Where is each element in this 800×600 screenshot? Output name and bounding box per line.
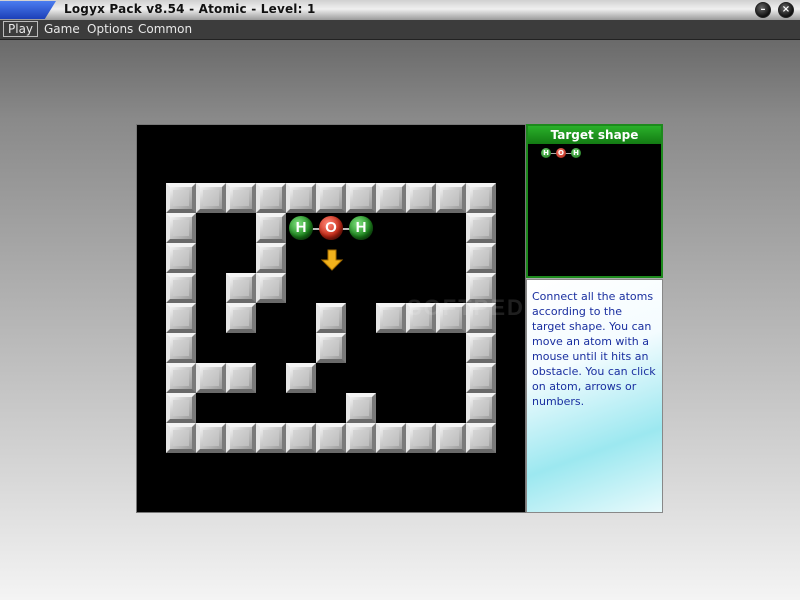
wall-block: [466, 243, 496, 273]
wall-block: [376, 423, 406, 453]
wall-block: [316, 183, 346, 213]
target-shape-panel: Target shape H O H: [526, 124, 663, 278]
wall-block: [166, 363, 196, 393]
wall-block: [166, 393, 196, 423]
wall-block: [166, 333, 196, 363]
wall-block: [196, 183, 226, 213]
wall-block: [316, 423, 346, 453]
wall-block: [466, 393, 496, 423]
wall-block: [166, 243, 196, 273]
wall-block: [466, 423, 496, 453]
minimize-button[interactable]: –: [755, 2, 771, 18]
target-shape-header: Target shape: [528, 126, 661, 144]
wall-block: [376, 183, 406, 213]
atom-hydrogen-right[interactable]: H: [349, 216, 373, 240]
wall-block: [196, 423, 226, 453]
wall-block: [436, 423, 466, 453]
menu-game[interactable]: Game: [40, 21, 84, 37]
wall-block: [466, 213, 496, 243]
game-board[interactable]: SOFTPEDIA H O H: [136, 124, 549, 513]
wall-block: [166, 423, 196, 453]
target-atom-hydrogen-left: H: [541, 148, 551, 158]
target-atom-oxygen: O: [556, 148, 566, 158]
wall-block: [166, 303, 196, 333]
target-atom-hydrogen-right: H: [571, 148, 581, 158]
wall-block: [436, 183, 466, 213]
wall-block: [466, 363, 496, 393]
menu-play[interactable]: Play: [3, 21, 39, 37]
wall-block: [346, 183, 376, 213]
wall-block: [226, 183, 256, 213]
wall-block: [346, 423, 376, 453]
title-accent: [0, 1, 56, 19]
menu-bar: Play Game Options Common: [0, 20, 800, 40]
title-bar: Logyx Pack v8.54 - Atomic - Level: 1 – ×: [0, 0, 800, 21]
wall-block: [166, 213, 196, 243]
wall-block: [166, 273, 196, 303]
wall-block: [346, 393, 376, 423]
help-panel: Connect all the atoms according to the t…: [526, 279, 663, 513]
wall-block: [226, 423, 256, 453]
wall-block: [286, 183, 316, 213]
arrow-down-icon[interactable]: [320, 248, 344, 272]
wall-block: [256, 423, 286, 453]
wall-block: [316, 333, 346, 363]
wall-block: [376, 303, 406, 333]
wall-block: [466, 333, 496, 363]
menu-common[interactable]: Common: [134, 21, 196, 37]
help-text: Connect all the atoms according to the t…: [532, 290, 656, 408]
close-button[interactable]: ×: [778, 2, 794, 18]
wall-block: [226, 303, 256, 333]
wall-block: [286, 423, 316, 453]
wall-block: [256, 243, 286, 273]
wall-block: [466, 183, 496, 213]
wall-block: [226, 363, 256, 393]
wall-block: [406, 183, 436, 213]
wall-block: [406, 423, 436, 453]
wall-block: [196, 363, 226, 393]
wall-block: [256, 273, 286, 303]
menu-options[interactable]: Options: [83, 21, 137, 37]
wall-block: [226, 273, 256, 303]
wall-block: [316, 303, 346, 333]
wall-block: [286, 363, 316, 393]
wall-block: [256, 183, 286, 213]
atom-oxygen[interactable]: O: [319, 216, 343, 240]
atom-hydrogen-left[interactable]: H: [289, 216, 313, 240]
wall-block: [166, 183, 196, 213]
wall-block: [256, 213, 286, 243]
window-title: Logyx Pack v8.54 - Atomic - Level: 1: [64, 2, 316, 16]
